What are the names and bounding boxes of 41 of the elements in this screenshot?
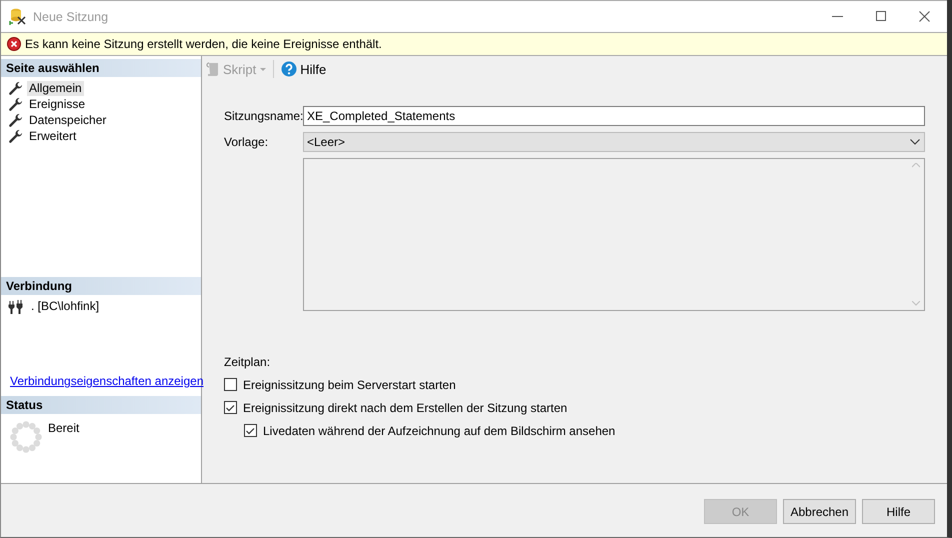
checkbox-label: Livedaten während der Aufzeichnung auf dem Bildschirm ansehen bbox=[263, 424, 616, 438]
sidebar-item[interactable]: Datenspeicher bbox=[27, 112, 108, 128]
check-icon bbox=[245, 426, 256, 436]
checkbox[interactable] bbox=[244, 424, 257, 437]
error-icon bbox=[7, 37, 21, 51]
field-label: Sitzungsname: bbox=[224, 109, 303, 123]
connection-properties-link[interactable]: Verbindungseigenschaften anzeigen bbox=[10, 374, 201, 388]
section-header: Verbindung bbox=[1, 277, 201, 295]
checkbox-label: Ereignissitzung direkt nach dem Erstellen der Sitzung starten bbox=[243, 400, 568, 414]
plug-icon bbox=[8, 299, 23, 314]
help-button[interactable]: Hilfe bbox=[281, 61, 326, 77]
field-label: Vorlage: bbox=[224, 135, 270, 149]
template-dropdown[interactable]: <Leer> bbox=[303, 132, 925, 152]
wrench-icon bbox=[8, 96, 23, 112]
checkbox-label: Ereignissitzung beim Serverstart starten bbox=[243, 378, 456, 392]
section-header: Status bbox=[1, 396, 201, 414]
sidebar-item[interactable]: Allgemein bbox=[27, 80, 84, 96]
checkbox[interactable] bbox=[224, 378, 237, 391]
session-name-field[interactable]: XE_Completed_Statements bbox=[303, 106, 925, 126]
section-header: Seite auswählen bbox=[1, 59, 201, 77]
status-text: Bereit bbox=[48, 421, 80, 437]
dialog-button[interactable]: Abbrechen bbox=[783, 499, 856, 524]
checkbox[interactable] bbox=[224, 401, 237, 414]
check-icon bbox=[225, 402, 236, 412]
help-icon bbox=[281, 61, 298, 77]
wrench-icon bbox=[8, 128, 23, 144]
sidebar-item[interactable]: Erweitert bbox=[27, 128, 78, 144]
window-title: Neue Sitzung bbox=[33, 10, 110, 24]
close-icon[interactable] bbox=[919, 11, 930, 22]
scroll-icon bbox=[206, 61, 220, 77]
wrench-icon bbox=[8, 80, 23, 96]
server-name: . [BC\lohfink] bbox=[31, 299, 100, 313]
dialog-button[interactable]: Hilfe bbox=[862, 499, 935, 524]
chevron-down-icon bbox=[910, 139, 920, 145]
app-icon bbox=[9, 7, 27, 26]
spinner-icon bbox=[10, 421, 42, 453]
wrench-icon bbox=[8, 112, 23, 128]
section-label: Zeitplan: bbox=[224, 355, 272, 369]
maximize-icon[interactable] bbox=[876, 11, 886, 21]
error-message: Es kann keine Sitzung erstellt werden, die keine Ereignisse enthält. bbox=[25, 37, 382, 51]
sidebar-item[interactable]: Ereignisse bbox=[27, 96, 88, 112]
